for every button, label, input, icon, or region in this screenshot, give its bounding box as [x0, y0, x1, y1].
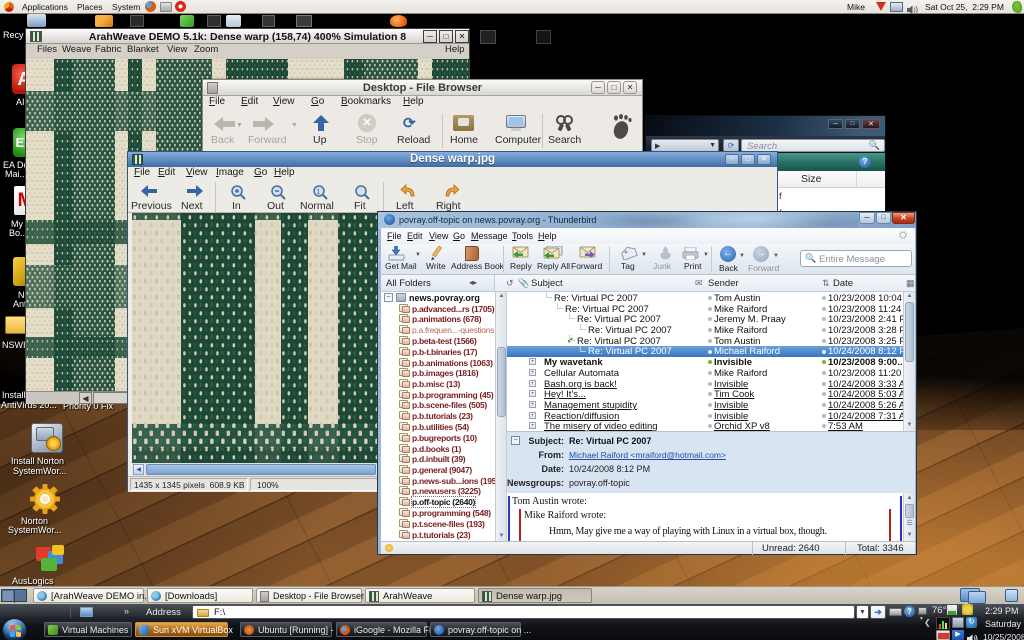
- svg-text:1: 1: [317, 189, 321, 196]
